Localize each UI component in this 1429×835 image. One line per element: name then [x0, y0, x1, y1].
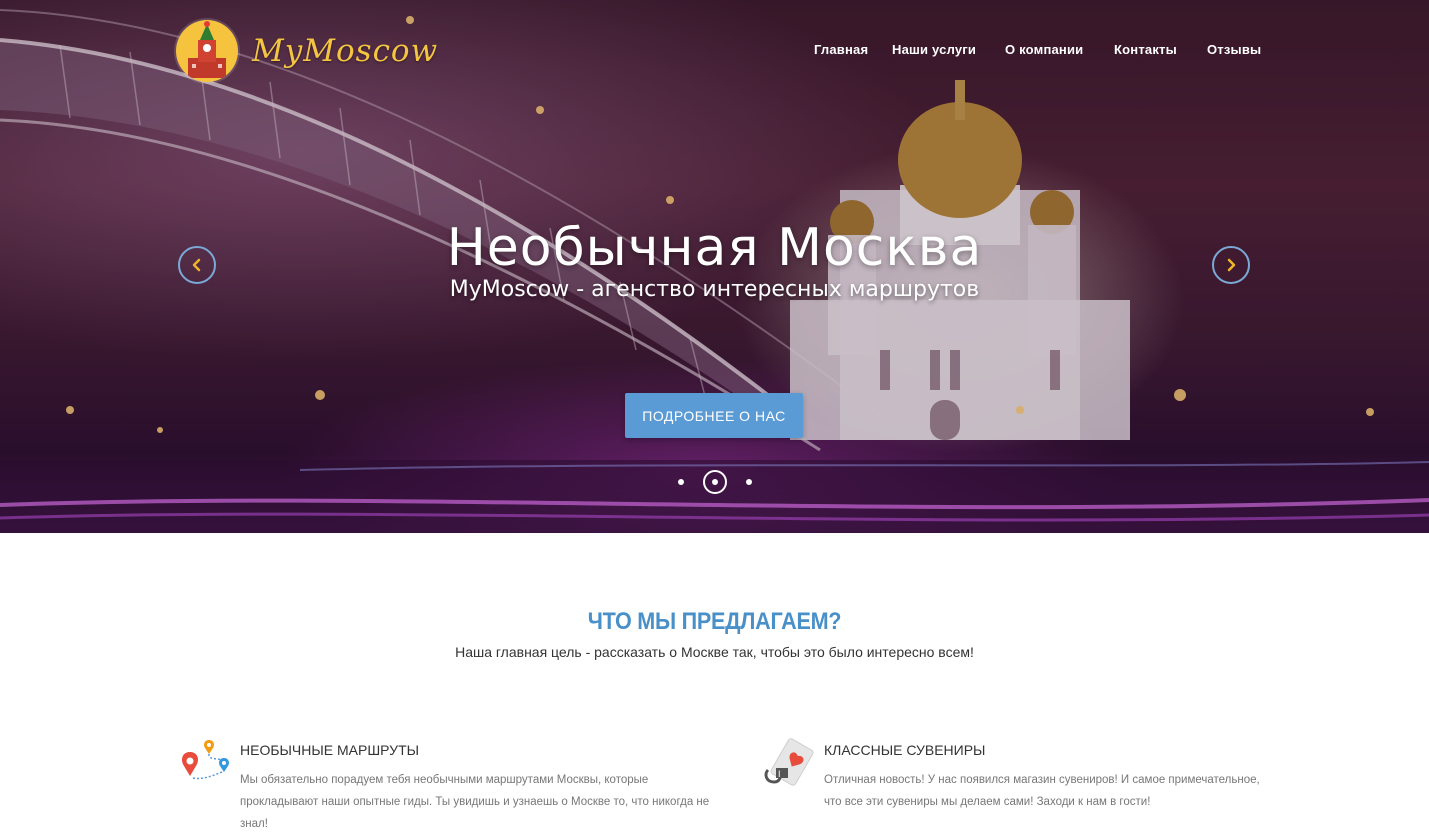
nav-link-about[interactable]: О компании: [1005, 42, 1083, 57]
nav-link-services[interactable]: Наши услуги: [892, 42, 976, 57]
slider-pagination: [676, 468, 756, 496]
hero-subtitle: MyMoscow - агенство интересных маршрутов: [449, 277, 980, 302]
chevron-left-icon: [192, 258, 201, 272]
main-nav: Главная Наши услуги О компании Контакты …: [0, 42, 1429, 62]
route-pins-icon: [182, 740, 229, 780]
feature-title: КЛАССНЫЕ СУВЕНИРЫ: [824, 742, 986, 758]
nav-link-contacts[interactable]: Контакты: [1114, 42, 1177, 57]
offers-subheading: Наша главная цель - рассказать о Москве …: [455, 644, 974, 660]
hero-slider: MyMoscow Главная Наши услуги О компании …: [0, 0, 1429, 533]
slider-prev-button[interactable]: [178, 246, 216, 284]
feature-description: Мы обязательно порадуем тебя необычными …: [240, 774, 710, 830]
feature-description: Отличная новость! У нас появился магазин…: [824, 774, 1260, 808]
nav-link-home[interactable]: Главная: [814, 42, 868, 57]
slider-next-button[interactable]: [1212, 246, 1250, 284]
feature-title: НЕОБЫЧНЫЕ МАРШРУТЫ: [240, 742, 420, 758]
offers-heading: ЧТО МЫ ПРЕДЛАГАЕМ?: [587, 608, 842, 635]
slider-dot-2-active[interactable]: [703, 470, 727, 494]
svg-text:I: I: [778, 769, 781, 779]
souvenir-tag-icon: I: [764, 738, 814, 786]
slider-dot-1[interactable]: [678, 479, 684, 485]
chevron-right-icon: [1227, 258, 1236, 272]
more-about-us-button[interactable]: ПОДРОБНЕЕ О НАС: [625, 393, 803, 438]
nav-link-reviews[interactable]: Отзывы: [1207, 42, 1261, 57]
slider-dot-3[interactable]: [746, 479, 752, 485]
